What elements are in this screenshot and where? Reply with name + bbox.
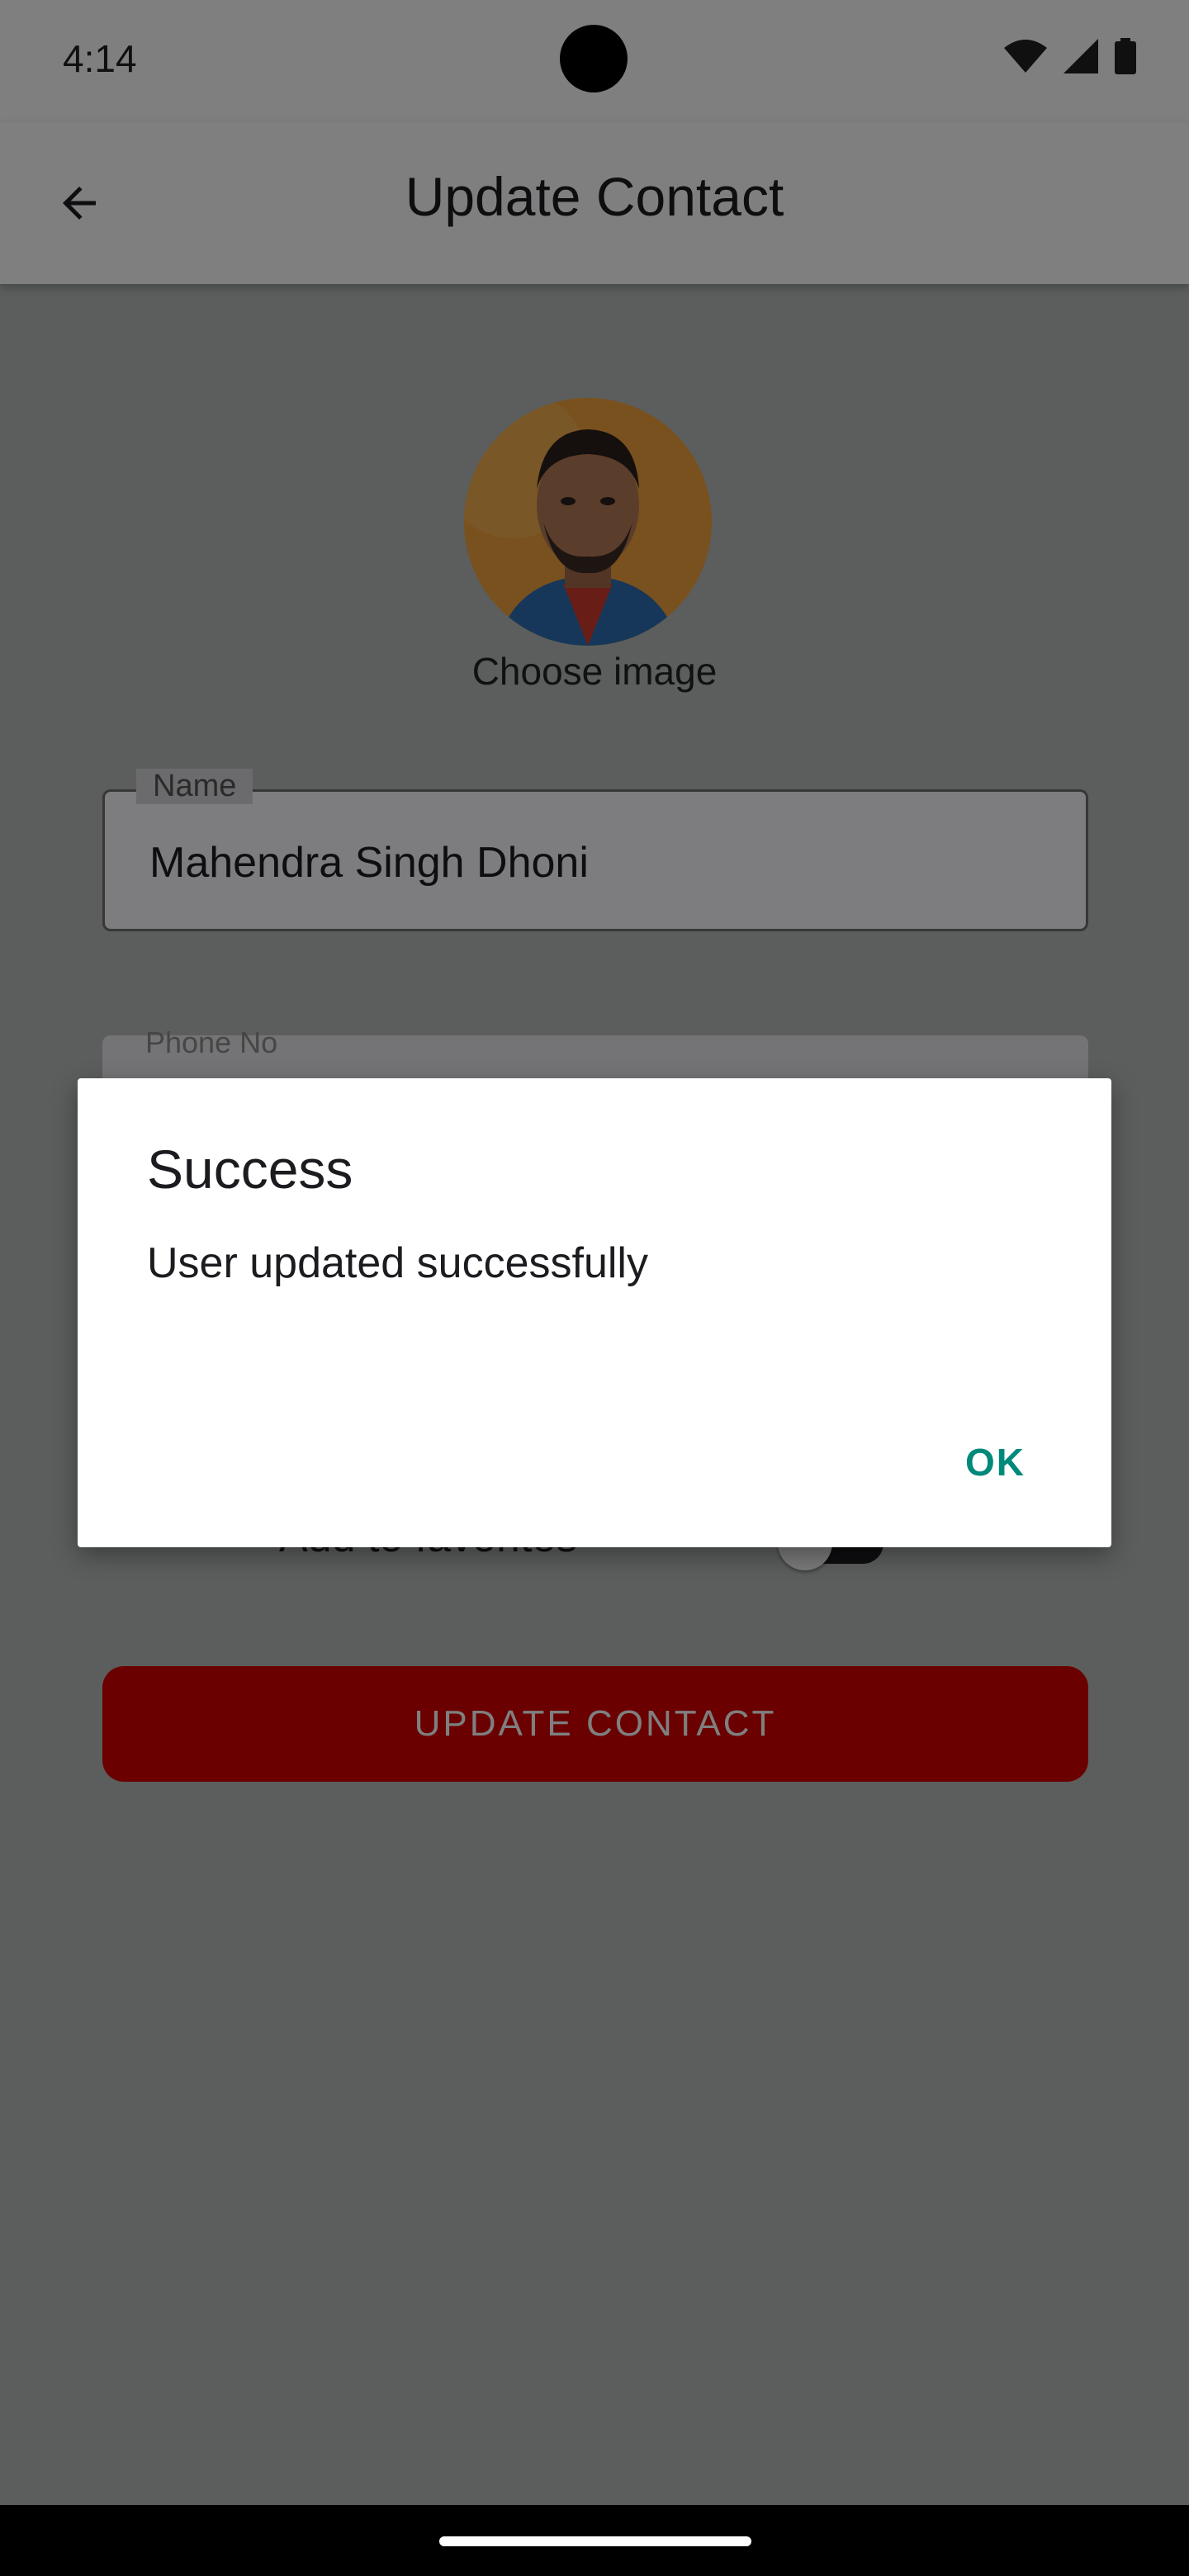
ok-button[interactable]: OK: [955, 1432, 1035, 1493]
navigation-bar: [0, 2505, 1189, 2576]
dialog-message: User updated successfully: [147, 1239, 648, 1287]
success-dialog: Success User updated successfully OK: [78, 1078, 1111, 1547]
dialog-title: Success: [147, 1139, 353, 1200]
home-indicator[interactable]: [439, 2536, 751, 2546]
